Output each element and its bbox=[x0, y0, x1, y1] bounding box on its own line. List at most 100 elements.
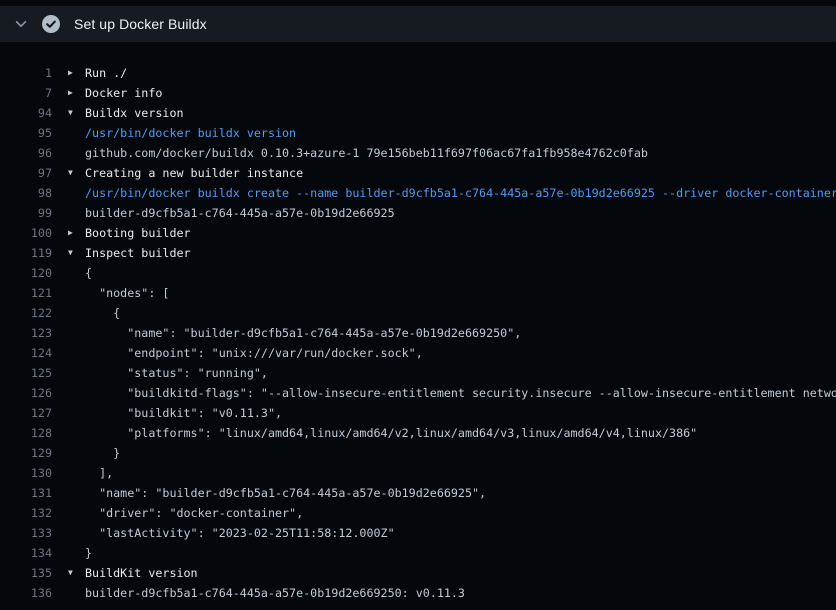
disclosure-triangle-icon[interactable]: ▼ bbox=[68, 103, 85, 123]
step-title: Set up Docker Buildx bbox=[74, 16, 207, 32]
line-number[interactable]: 94 bbox=[0, 103, 52, 123]
log-line: 122 { bbox=[0, 303, 836, 323]
line-number[interactable]: 124 bbox=[0, 343, 52, 363]
log-text[interactable]: Buildx version bbox=[85, 103, 184, 123]
line-number[interactable]: 128 bbox=[0, 423, 52, 443]
log-line: 126 "buildkitd-flags": "--allow-insecure… bbox=[0, 383, 836, 403]
indent-spacer bbox=[68, 183, 85, 203]
log-text[interactable]: Inspect builder bbox=[85, 243, 191, 263]
disclosure-triangle-icon[interactable]: ▼ bbox=[68, 163, 85, 183]
log-line[interactable]: 1 ▶ Run ./ bbox=[0, 63, 836, 83]
log-line: 131 "name": "builder-d9cfb5a1-c764-445a-… bbox=[0, 483, 836, 503]
line-number[interactable]: 96 bbox=[0, 143, 52, 163]
line-number[interactable]: 98 bbox=[0, 183, 52, 203]
line-number[interactable]: 119 bbox=[0, 243, 52, 263]
step-header[interactable]: Set up Docker Buildx bbox=[0, 6, 836, 42]
line-number[interactable]: 1 bbox=[0, 63, 52, 83]
log-text: "endpoint": "unix:///var/run/docker.sock… bbox=[85, 343, 423, 363]
log-text[interactable]: BuildKit version bbox=[85, 563, 198, 583]
line-number[interactable]: 132 bbox=[0, 503, 52, 523]
log-text: github.com/docker/buildx 0.10.3+azure-1 … bbox=[85, 143, 648, 163]
line-number[interactable]: 136 bbox=[0, 583, 52, 603]
log-text[interactable]: Creating a new builder instance bbox=[85, 163, 303, 183]
indent-spacer bbox=[68, 523, 85, 543]
line-number[interactable]: 133 bbox=[0, 523, 52, 543]
disclosure-triangle-icon[interactable]: ▶ bbox=[68, 63, 85, 83]
log-text: "buildkitd-flags": "--allow-insecure-ent… bbox=[85, 383, 836, 403]
log-text: { bbox=[85, 263, 92, 283]
line-number[interactable]: 122 bbox=[0, 303, 52, 323]
indent-spacer bbox=[68, 143, 85, 163]
chevron-down-icon[interactable] bbox=[14, 17, 28, 31]
log-text[interactable]: Docker info bbox=[85, 83, 162, 103]
log-line: 121 "nodes": [ bbox=[0, 283, 836, 303]
line-number[interactable]: 135 bbox=[0, 563, 52, 583]
disclosure-triangle-icon[interactable]: ▼ bbox=[68, 243, 85, 263]
log-text: "name": "builder-d9cfb5a1-c764-445a-a57e… bbox=[85, 483, 486, 503]
log-line: 120 { bbox=[0, 263, 836, 283]
log-line[interactable]: 94 ▼ Buildx version bbox=[0, 103, 836, 123]
log-line: 98 /usr/bin/docker buildx create --name … bbox=[0, 183, 836, 203]
log-text: builder-d9cfb5a1-c764-445a-a57e-0b19d2e6… bbox=[85, 583, 465, 603]
log-text: /usr/bin/docker buildx create --name bui… bbox=[85, 183, 836, 203]
log-text: "buildkit": "v0.11.3", bbox=[85, 403, 282, 423]
log-output: 1 ▶ Run ./ 7 ▶ Docker info 94 ▼ Buildx v… bbox=[0, 42, 836, 603]
indent-spacer bbox=[68, 283, 85, 303]
indent-spacer bbox=[68, 463, 85, 483]
check-circle-icon bbox=[42, 15, 60, 33]
line-number[interactable]: 121 bbox=[0, 283, 52, 303]
log-line: 129 } bbox=[0, 443, 836, 463]
line-number[interactable]: 129 bbox=[0, 443, 52, 463]
log-text[interactable]: Booting builder bbox=[85, 223, 191, 243]
indent-spacer bbox=[68, 403, 85, 423]
log-text: "lastActivity": "2023-02-25T11:58:12.000… bbox=[85, 523, 395, 543]
log-line: 95 /usr/bin/docker buildx version bbox=[0, 123, 836, 143]
indent-spacer bbox=[68, 303, 85, 323]
line-number[interactable]: 127 bbox=[0, 403, 52, 423]
line-number[interactable]: 131 bbox=[0, 483, 52, 503]
line-number[interactable]: 7 bbox=[0, 83, 52, 103]
line-number[interactable]: 130 bbox=[0, 463, 52, 483]
log-text: "status": "running", bbox=[85, 363, 268, 383]
log-line: 130 ], bbox=[0, 463, 836, 483]
line-number[interactable]: 126 bbox=[0, 383, 52, 403]
log-text: "name": "builder-d9cfb5a1-c764-445a-a57e… bbox=[85, 323, 521, 343]
log-line: 123 "name": "builder-d9cfb5a1-c764-445a-… bbox=[0, 323, 836, 343]
disclosure-triangle-icon[interactable]: ▶ bbox=[68, 223, 85, 243]
line-number[interactable]: 120 bbox=[0, 263, 52, 283]
indent-spacer bbox=[68, 583, 85, 603]
log-text[interactable]: Run ./ bbox=[85, 63, 127, 83]
log-line: 136 builder-d9cfb5a1-c764-445a-a57e-0b19… bbox=[0, 583, 836, 603]
indent-spacer bbox=[68, 203, 85, 223]
log-line: 132 "driver": "docker-container", bbox=[0, 503, 836, 523]
actions-log-viewer: Set up Docker Buildx 1 ▶ Run ./ 7 ▶ Dock… bbox=[0, 6, 836, 603]
log-text: builder-d9cfb5a1-c764-445a-a57e-0b19d2e6… bbox=[85, 203, 395, 223]
log-text: "driver": "docker-container", bbox=[85, 503, 303, 523]
line-number[interactable]: 134 bbox=[0, 543, 52, 563]
disclosure-triangle-icon[interactable]: ▶ bbox=[68, 83, 85, 103]
indent-spacer bbox=[68, 263, 85, 283]
line-number[interactable]: 95 bbox=[0, 123, 52, 143]
line-number[interactable]: 97 bbox=[0, 163, 52, 183]
log-line: 96 github.com/docker/buildx 0.10.3+azure… bbox=[0, 143, 836, 163]
indent-spacer bbox=[68, 543, 85, 563]
indent-spacer bbox=[68, 343, 85, 363]
log-text: } bbox=[85, 543, 92, 563]
log-line[interactable]: 7 ▶ Docker info bbox=[0, 83, 836, 103]
log-line[interactable]: 100 ▶ Booting builder bbox=[0, 223, 836, 243]
disclosure-triangle-icon[interactable]: ▼ bbox=[68, 563, 85, 583]
log-line[interactable]: 119 ▼ Inspect builder bbox=[0, 243, 836, 263]
log-text: ], bbox=[85, 463, 113, 483]
log-line[interactable]: 97 ▼ Creating a new builder instance bbox=[0, 163, 836, 183]
log-line[interactable]: 135 ▼ BuildKit version bbox=[0, 563, 836, 583]
line-number[interactable]: 99 bbox=[0, 203, 52, 223]
indent-spacer bbox=[68, 483, 85, 503]
indent-spacer bbox=[68, 363, 85, 383]
line-number[interactable]: 123 bbox=[0, 323, 52, 343]
line-number[interactable]: 100 bbox=[0, 223, 52, 243]
indent-spacer bbox=[68, 443, 85, 463]
log-text: } bbox=[85, 443, 120, 463]
log-text: "nodes": [ bbox=[85, 283, 169, 303]
log-text: "platforms": "linux/amd64,linux/amd64/v2… bbox=[85, 423, 697, 443]
line-number[interactable]: 125 bbox=[0, 363, 52, 383]
